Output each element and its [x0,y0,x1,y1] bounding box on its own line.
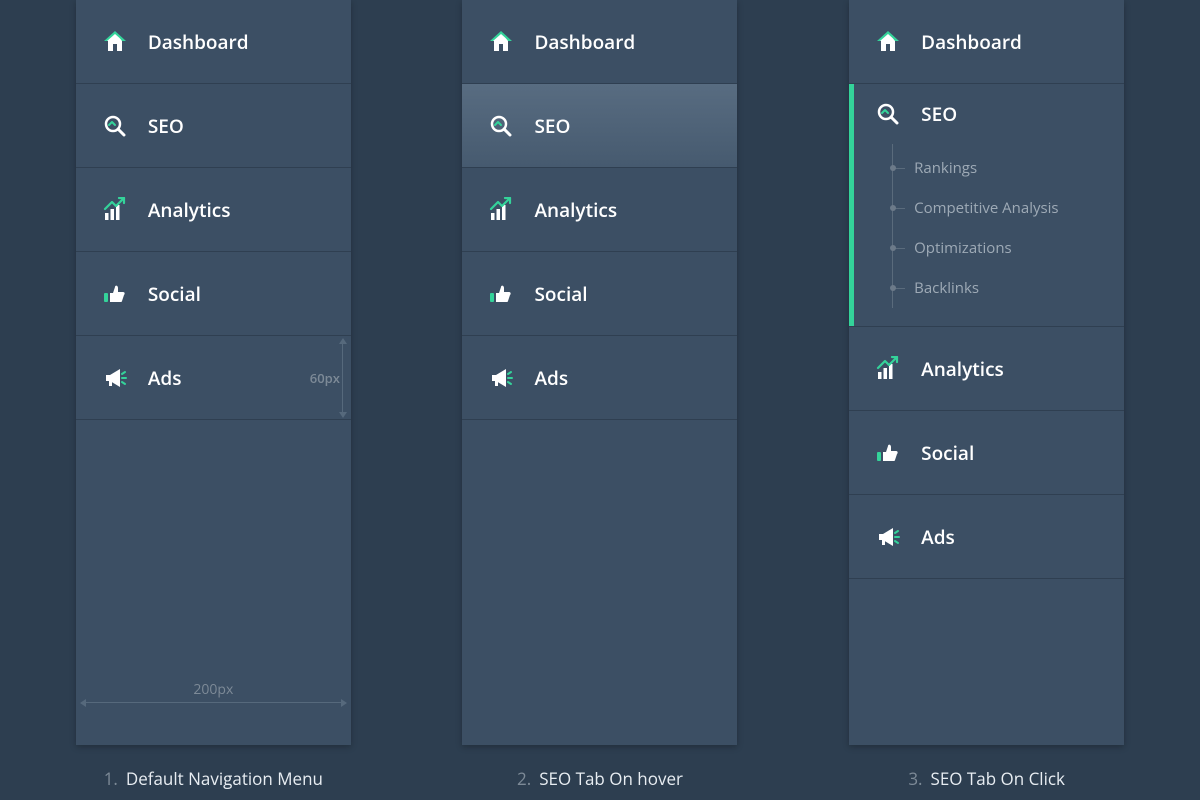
caption-text: SEO Tab On Click [931,767,1065,790]
nav-label: Dashboard [534,29,635,55]
nav-label: Dashboard [921,29,1022,55]
width-annotation: 200px [76,669,351,709]
nav-item-dashboard[interactable]: Dashboard [462,0,737,84]
subnav-label: Rankings [914,158,977,178]
subnav-label: Backlinks [914,278,979,298]
subnav-backlinks[interactable]: Backlinks [854,268,1124,308]
subnav-optimizations[interactable]: Optimizations [854,228,1124,268]
nav-item-analytics[interactable]: Analytics [76,168,351,252]
nav-label: Social [921,440,974,466]
nav-label: Analytics [921,356,1004,382]
seo-submenu: Rankings Competitive Analysis Optimizati… [854,144,1124,326]
height-annotation: 60px [305,336,345,420]
search-icon [102,113,128,139]
home-icon [102,29,128,55]
caption-number: 2. [517,767,531,790]
home-icon [488,29,514,55]
nav-label: SEO [921,101,957,127]
caption-hover: 2. SEO Tab On hover [517,767,683,790]
search-icon [488,113,514,139]
state-default-column: Dashboard SEO Analytics Social Ads 60px … [48,0,378,800]
bullet-icon [890,245,896,251]
thumbs-up-icon [875,440,901,466]
bullet-icon [890,285,896,291]
nav-item-ads[interactable]: Ads 60px [76,336,351,420]
nav-item-dashboard[interactable]: Dashboard [849,0,1124,84]
nav-item-seo[interactable]: SEO [854,84,1124,144]
nav-item-seo[interactable]: SEO [76,84,351,168]
nav-panel-default: Dashboard SEO Analytics Social Ads 60px … [76,0,351,745]
nav-label: Analytics [148,197,231,223]
height-annotation-label: 60px [310,369,340,387]
chart-icon [102,197,128,223]
megaphone-icon [102,365,128,391]
megaphone-icon [875,524,901,550]
caption-text: SEO Tab On hover [539,767,683,790]
nav-item-social[interactable]: Social [76,252,351,336]
thumbs-up-icon [488,281,514,307]
nav-item-dashboard[interactable]: Dashboard [76,0,351,84]
subnav-competitive-analysis[interactable]: Competitive Analysis [854,188,1124,228]
width-annotation-label: 200px [193,680,233,699]
caption-text: Default Navigation Menu [126,767,323,790]
bullet-icon [890,165,896,171]
home-icon [875,29,901,55]
nav-panel-hover: Dashboard SEO Analytics Social Ads [462,0,737,745]
search-icon [875,101,901,127]
thumbs-up-icon [102,281,128,307]
nav-item-analytics[interactable]: Analytics [849,327,1124,411]
nav-item-analytics[interactable]: Analytics [462,168,737,252]
nav-item-seo-hover[interactable]: SEO [462,84,737,168]
state-click-column: Dashboard SEO Rankings Competitive Analy [822,0,1152,800]
nav-label: Social [534,281,587,307]
megaphone-icon [488,365,514,391]
chart-icon [875,356,901,382]
nav-label: Social [148,281,201,307]
nav-label: Analytics [534,197,617,223]
state-hover-column: Dashboard SEO Analytics Social Ads 2. SE… [435,0,765,800]
bullet-icon [890,205,896,211]
nav-label: Ads [148,365,182,391]
nav-label: SEO [148,113,184,139]
caption-default: 1. Default Navigation Menu [104,767,323,790]
subnav-rankings[interactable]: Rankings [854,148,1124,188]
subnav-label: Competitive Analysis [914,198,1058,218]
caption-number: 3. [908,767,922,790]
nav-item-ads[interactable]: Ads [462,336,737,420]
nav-label: Ads [921,524,955,550]
nav-item-seo-expanded: SEO Rankings Competitive Analysis Optimi… [849,84,1124,327]
subnav-label: Optimizations [914,238,1012,258]
nav-label: Dashboard [148,29,249,55]
caption-number: 1. [104,767,118,790]
nav-item-social[interactable]: Social [462,252,737,336]
nav-label: Ads [534,365,568,391]
caption-click: 3. SEO Tab On Click [908,767,1065,790]
nav-panel-expanded: Dashboard SEO Rankings Competitive Analy [849,0,1124,745]
nav-label: SEO [534,113,570,139]
nav-item-social[interactable]: Social [849,411,1124,495]
chart-icon [488,197,514,223]
nav-item-ads[interactable]: Ads [849,495,1124,579]
